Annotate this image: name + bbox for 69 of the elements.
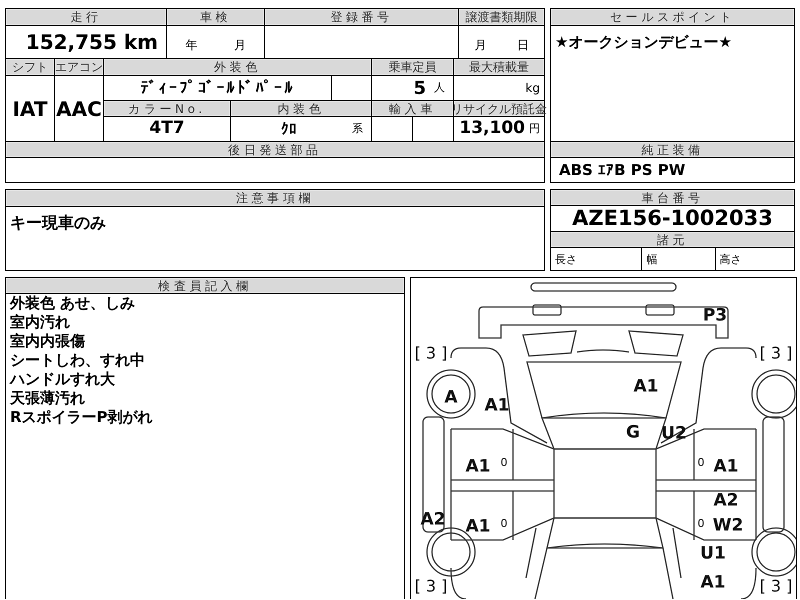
sales-point-text: ★オークションデビュー★ (555, 33, 732, 51)
section-header: 諸元 (551, 232, 794, 247)
section-header: シフト (6, 59, 54, 75)
inspector-note: RスポイラーP剥がれ (10, 408, 154, 427)
capacity-unit: 人 (434, 80, 445, 96)
inspector-note: 外装色 あせ、しみ (10, 294, 136, 313)
section-header: 純正装備 (551, 142, 794, 157)
spec-field: 幅 (642, 248, 715, 270)
section-header: 検査員記入欄 (6, 278, 404, 293)
small-mark: 0 (698, 456, 704, 470)
section-header: 内装色 (231, 101, 371, 116)
damage-mark: A2 (714, 490, 738, 511)
chassis-number: AZE156-1002033 (551, 206, 794, 231)
capacity-value: 5 (413, 76, 426, 100)
damage-mark: A1 (466, 456, 490, 477)
section-header: 車検 (167, 9, 264, 25)
load-unit: kg (525, 80, 540, 97)
damage-mark: A1 (466, 516, 490, 537)
day-unit: 日 (516, 37, 529, 54)
tread-mark: [ 3 ] (414, 576, 448, 596)
damage-mark: A (444, 388, 458, 408)
mileage-value: 152,755 km (6, 26, 166, 58)
section-header: 登録番号 (265, 9, 458, 25)
section-header: 乗車定員 (372, 59, 453, 75)
section-header: 輸入車 (372, 101, 453, 116)
exterior-color-value: ﾃﾞｨｰﾌﾟｺﾞｰﾙﾄﾞﾊﾟｰﾙ (104, 76, 331, 100)
equipment-value: ABS ｴｱB PS PW (559, 160, 686, 181)
inspector-note: シートしわ、すれ中 (10, 351, 146, 370)
shift-value: IAT (6, 76, 54, 141)
spec-field: 高さ (716, 248, 794, 270)
section-header: 外装色 (104, 59, 371, 75)
recycle-fee-unit: 円 (529, 120, 540, 137)
aircon-value: AAC (55, 76, 103, 141)
section-header: 最大積載量 (454, 59, 544, 75)
month-unit: 月 (474, 37, 486, 54)
inspector-note: 室内内張傷 (10, 332, 86, 351)
damage-mark: A1 (484, 396, 510, 416)
damage-mark: W2 (712, 516, 744, 536)
color-number-value: 4T7 (104, 117, 230, 141)
tread-mark: [ 3 ] (760, 343, 792, 362)
section-header: 車台番号 (551, 190, 794, 205)
month-unit: 月 (234, 37, 246, 54)
small-mark: 0 (500, 517, 508, 530)
section-header: 注意事項欄 (6, 190, 544, 206)
section-header: セールスポイント (551, 9, 794, 25)
damage-mark: P3 (702, 306, 728, 326)
interior-color-suffix: 系 (352, 120, 363, 137)
inspector-note: 天張薄汚れ (10, 389, 86, 408)
tread-mark: [ 3 ] (414, 343, 448, 362)
section-header: カラーNo. (104, 101, 230, 116)
damage-mark: A1 (634, 376, 658, 397)
inspector-note: ハンドルすれ大 (10, 370, 116, 389)
small-mark: 0 (698, 517, 704, 530)
inspector-note: 室内汚れ (10, 313, 71, 332)
damage-mark: G (626, 422, 640, 443)
recycle-fee-value: 13,100 (459, 117, 525, 140)
damage-mark: U1 (700, 544, 726, 564)
notes-text: キー現車のみ (10, 213, 106, 232)
damage-mark: A1 (714, 456, 738, 477)
interior-color-value: ｸﾛ (281, 118, 297, 140)
year-unit: 年 (185, 37, 198, 54)
damage-mark: A1 (700, 572, 726, 593)
section-header: 譲渡書類期限 (459, 9, 544, 25)
small-mark: 0 (500, 456, 508, 470)
spec-field: 長さ (551, 248, 642, 270)
section-header: 後日発送部品 (6, 142, 544, 157)
section-header: エアコン (55, 59, 103, 75)
tread-mark: [ 3 ] (760, 576, 792, 596)
section-header: 走行 (6, 9, 166, 25)
